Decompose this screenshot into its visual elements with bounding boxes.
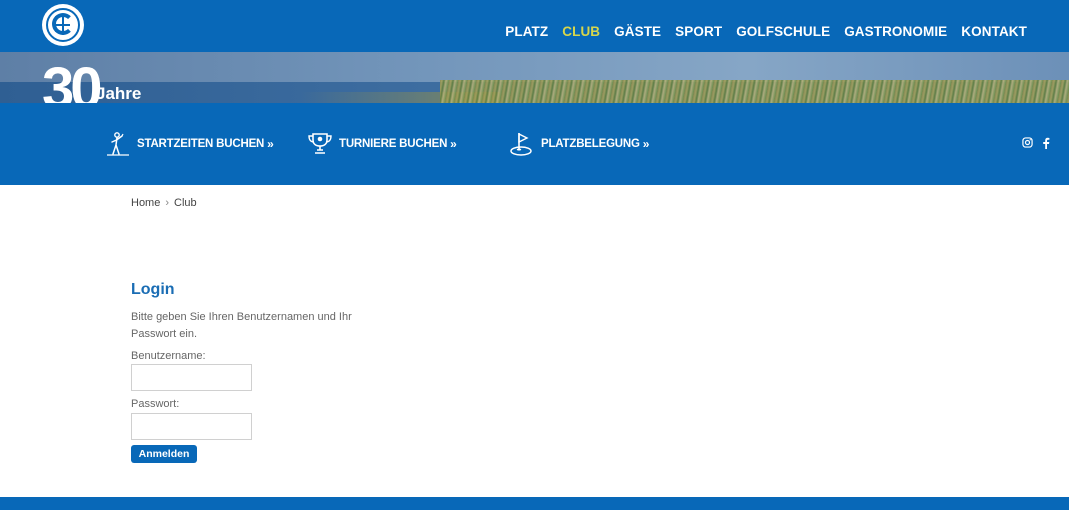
instagram-icon[interactable]	[1022, 137, 1033, 151]
nav-item-sport[interactable]: SPORT	[675, 24, 722, 39]
nav-item-kontakt[interactable]: KONTAKT	[961, 24, 1027, 39]
quick-actions-bar: STARTZEITEN BUCHEN » TURNIERE BUCHEN » P…	[0, 103, 1069, 185]
nav-item-gaeste[interactable]: GÄSTE	[614, 24, 661, 39]
double-chevron-right-icon: »	[642, 137, 650, 151]
double-chevron-right-icon: »	[450, 137, 457, 151]
banner-sky	[0, 52, 1069, 82]
main-nav: PLATZ CLUB GÄSTE SPORT GOLFSCHULE GASTRO…	[505, 24, 1027, 39]
footer-bar	[0, 497, 1069, 510]
facebook-glyph	[1043, 137, 1050, 149]
breadcrumb-home[interactable]: Home	[131, 197, 160, 209]
password-label: Passwort:	[131, 398, 180, 410]
nav-item-club[interactable]: CLUB	[562, 24, 600, 39]
login-submit-button[interactable]: Anmelden	[131, 445, 197, 463]
trophy-icon	[308, 133, 332, 154]
book-tournaments-link[interactable]: TURNIERE BUCHEN »	[307, 131, 457, 157]
course-occupancy-label: PLATZBELEGUNG	[541, 138, 640, 150]
top-navbar: PLATZ CLUB GÄSTE SPORT GOLFSCHULE GASTRO…	[0, 0, 1069, 52]
facebook-icon[interactable]	[1042, 137, 1050, 152]
golf-flag-icon	[510, 132, 532, 156]
golfer-icon	[107, 132, 129, 156]
course-occupancy-link[interactable]: PLATZBELEGUNG »	[509, 131, 649, 157]
breadcrumb: Home › Club	[131, 197, 197, 209]
nav-item-gastronomie[interactable]: GASTRONOMIE	[844, 24, 947, 39]
username-label: Benutzername:	[131, 350, 206, 362]
password-input[interactable]	[131, 413, 252, 440]
nav-item-platz[interactable]: PLATZ	[505, 24, 548, 39]
breadcrumb-current: Club	[174, 197, 197, 209]
book-tournaments-label: TURNIERE BUCHEN	[339, 138, 448, 150]
double-chevron-right-icon: »	[267, 137, 274, 151]
logo-cross-bar	[56, 24, 70, 26]
banner-reeds	[440, 80, 1069, 103]
username-input[interactable]	[131, 364, 252, 391]
anniversary-word: Jahre	[96, 84, 142, 103]
book-tee-times-label: STARTZEITEN BUCHEN	[137, 138, 265, 150]
chevron-right-icon: ›	[165, 197, 170, 209]
nav-item-golfschule[interactable]: GOLFSCHULE	[736, 24, 830, 39]
club-logo-icon[interactable]	[42, 4, 84, 46]
login-description: Bitte geben Sie Ihren Benutzernamen und …	[131, 311, 352, 340]
book-tee-times-link[interactable]: STARTZEITEN BUCHEN »	[105, 131, 274, 157]
instagram-glyph	[1022, 137, 1033, 148]
hero-banner-image	[0, 52, 1069, 103]
login-title: Login	[131, 281, 175, 298]
